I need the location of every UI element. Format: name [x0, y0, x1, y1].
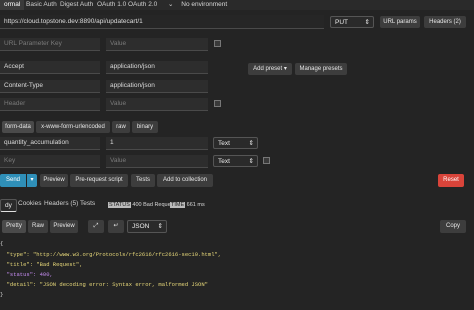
code-line: {	[0, 240, 4, 247]
header-value-input[interactable]: application/json	[106, 80, 208, 93]
code-line: }	[0, 291, 4, 298]
body-tab-urlencoded[interactable]: x-www-form-urlencoded	[36, 121, 110, 133]
response-tab-bar: dy Cookies Headers (5) Tests STATUS 400 …	[0, 199, 474, 212]
code-line: "detail": "JSON decoding error: Syntax e…	[0, 281, 208, 288]
form-type-select[interactable]: Text ⇕	[213, 137, 258, 149]
body-tab-binary[interactable]: binary	[132, 121, 158, 133]
add-to-collection-button[interactable]: Add to collection	[157, 174, 213, 187]
form-value-input[interactable]: 1	[106, 137, 208, 150]
method-select[interactable]: PUT ⇕	[330, 16, 374, 28]
send-button[interactable]: Send	[0, 174, 26, 187]
header-key-input[interactable]: Header	[0, 98, 100, 111]
headers-button[interactable]: Headers (2)	[424, 16, 466, 28]
format-select[interactable]: JSON ⇕	[127, 220, 167, 233]
url-param-checkbox[interactable]	[214, 40, 221, 47]
url-param-value-input[interactable]: Value	[106, 38, 208, 51]
environment-label: No environment	[181, 1, 228, 8]
form-value-input[interactable]: Value	[106, 155, 208, 168]
code-line: "title": "Bad Request",	[0, 261, 83, 268]
send-options-button[interactable]: ▾	[27, 174, 37, 187]
select-arrows-icon: ⇕	[364, 19, 370, 26]
chevron-down-icon: ⌄	[168, 1, 174, 8]
wrap-icon[interactable]: ↵	[108, 220, 124, 233]
header-value-input[interactable]: Value	[106, 98, 208, 111]
environment-selector[interactable]: ⌄ No environment	[168, 0, 258, 10]
select-arrows-icon: ⇕	[157, 223, 163, 230]
preview-button[interactable]: Preview	[40, 174, 68, 187]
time-badge: TIME 661 ms	[170, 202, 205, 208]
form-key-input[interactable]: quantity_accumulation	[0, 137, 100, 150]
code-line: "type": "http://www.w3.org/Protocols/rfc…	[0, 251, 222, 258]
manage-presets-button[interactable]: Manage presets	[295, 63, 347, 75]
select-arrows-icon: ⇕	[248, 140, 254, 147]
prerequest-script-button[interactable]: Pre-request script	[70, 174, 128, 187]
view-raw-button[interactable]: Raw	[28, 220, 48, 233]
copy-button[interactable]: Copy	[440, 220, 466, 233]
tab-basic-auth[interactable]: Basic Auth	[22, 0, 61, 10]
code-line: "status": 400,	[0, 271, 53, 278]
header-key-input[interactable]: Accept	[0, 61, 100, 74]
tab-oauth-2[interactable]: OAuth 2.0	[124, 0, 161, 10]
header-checkbox[interactable]	[214, 100, 221, 107]
reset-button[interactable]: Reset	[438, 174, 464, 187]
body-tab-raw[interactable]: raw	[112, 121, 130, 133]
header-key-input[interactable]: Content-Type	[0, 80, 100, 93]
auth-tab-bar: ormal Basic Auth Digest Auth OAuth 1.0 O…	[0, 0, 474, 10]
view-preview-button[interactable]: Preview	[50, 220, 78, 233]
status-badge: STATUS 400 Bad Request	[108, 202, 175, 208]
add-preset-button[interactable]: Add preset ▾	[248, 63, 292, 75]
tab-normal[interactable]: ormal	[0, 0, 25, 10]
url-param-key-input[interactable]: URL Parameter Key	[0, 38, 100, 51]
header-value-input[interactable]: application/json	[106, 61, 208, 74]
url-input[interactable]: https://cloud.topstone.dev:8890/api/upda…	[0, 15, 324, 29]
form-key-input[interactable]: Key	[0, 155, 100, 168]
tests-button[interactable]: Tests	[131, 174, 155, 187]
tab-digest-auth[interactable]: Digest Auth	[56, 0, 97, 10]
form-type-select[interactable]: Text ⇕	[213, 155, 258, 167]
chevron-down-icon: ▾	[30, 177, 34, 183]
view-pretty-button[interactable]: Pretty	[2, 220, 26, 233]
response-body: { "type": "http://www.w3.org/Protocols/r…	[0, 240, 474, 310]
form-checkbox[interactable]	[263, 157, 270, 164]
body-tab-form-data[interactable]: form-data	[2, 121, 34, 133]
select-arrows-icon: ⇕	[248, 158, 254, 165]
response-tab-tests[interactable]: Tests	[76, 199, 99, 209]
expand-icon[interactable]: ⤢	[88, 220, 104, 233]
url-params-button[interactable]: URL params	[380, 16, 420, 28]
